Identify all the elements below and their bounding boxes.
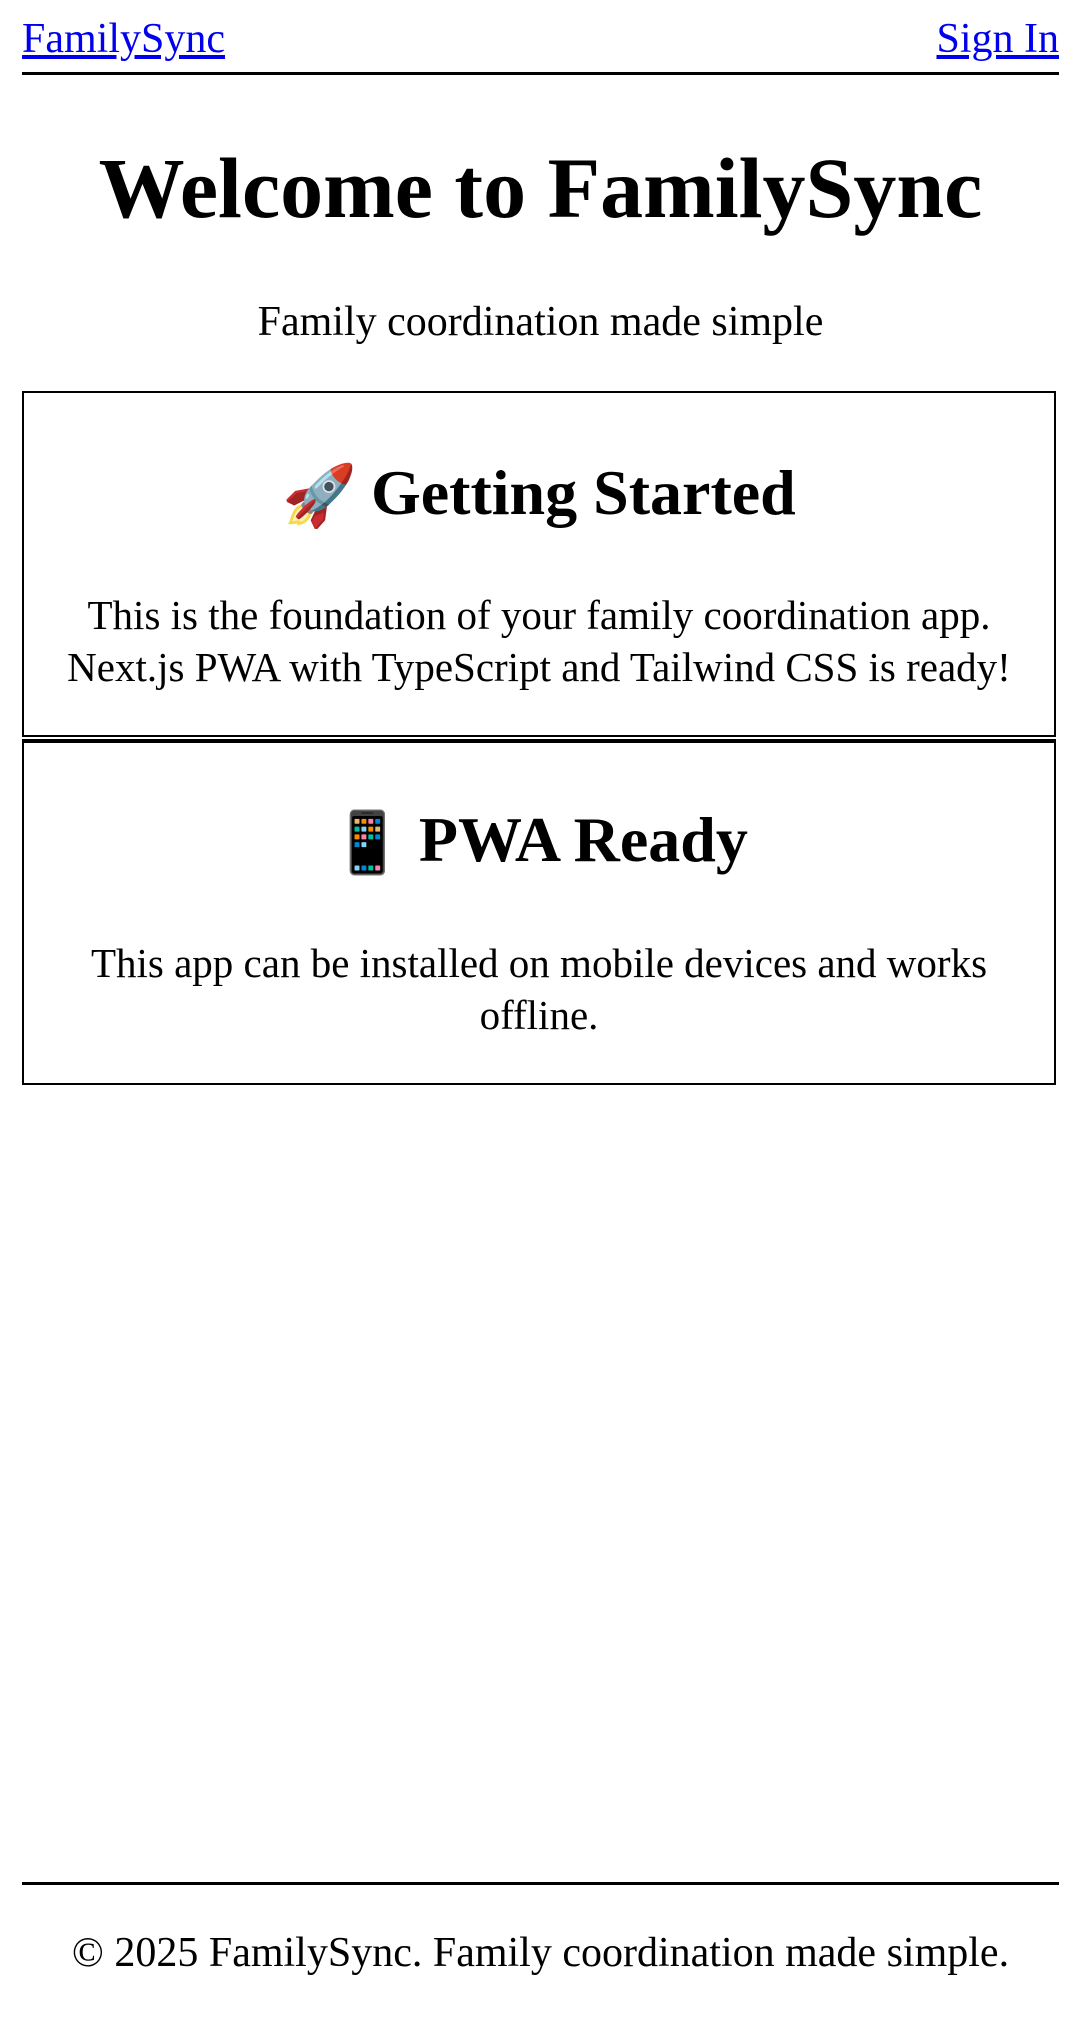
card-heading: 🚀 Getting Started <box>24 453 1054 536</box>
card-heading-text: PWA Ready <box>418 804 748 875</box>
page: FamilySync Sign In Welcome to FamilySync… <box>0 0 1081 2043</box>
brand-link[interactable]: FamilySync <box>22 11 225 67</box>
sign-in-link[interactable]: Sign In <box>936 11 1059 67</box>
footer-copyright: © 2025 FamilySync. Family coordination m… <box>71 1930 1010 1976</box>
rocket-icon: 🚀 <box>282 461 357 531</box>
footer-divider <box>22 1882 1059 1885</box>
card-heading: 📱 PWA Ready <box>24 800 1054 883</box>
getting-started-card: 🚀 Getting Started This is the foundation … <box>22 391 1056 737</box>
top-navigation: FamilySync Sign In <box>22 16 1059 75</box>
pwa-ready-card: 📱 PWA Ready This app can be installed on … <box>22 739 1056 1085</box>
page-title: Welcome to FamilySync <box>98 140 983 236</box>
card-body: This app can be installed on mobile devi… <box>90 940 988 1038</box>
mobile-phone-icon: 📱 <box>330 808 405 878</box>
page-subtitle: Family coordination made simple <box>257 299 824 345</box>
card-body: This is the foundation of your family co… <box>67 592 1011 690</box>
card-heading-text: Getting Started <box>370 457 796 528</box>
